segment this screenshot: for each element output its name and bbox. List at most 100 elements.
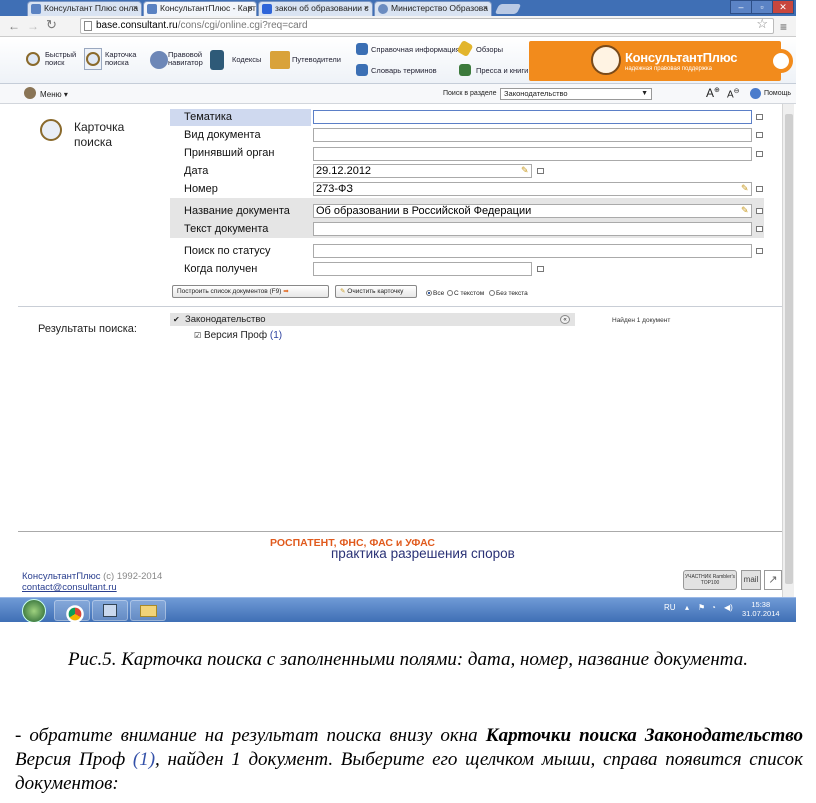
system-clock[interactable]: 15:38 31.07.2014	[742, 600, 780, 618]
tray-arrow-icon[interactable]: ▴	[685, 603, 689, 612]
list-icon[interactable]	[756, 132, 763, 138]
radio-with-text[interactable]: С текстом	[447, 290, 484, 297]
guides-label: Путеводители	[292, 55, 341, 64]
browser-menu-icon[interactable]: ≡	[780, 20, 787, 34]
date-input[interactable]: 29.12.2012	[313, 164, 532, 178]
language-indicator[interactable]: RU	[664, 603, 676, 612]
doc-text-input[interactable]	[313, 222, 752, 236]
received-input[interactable]	[313, 262, 532, 276]
maximize-button[interactable]: ▫	[751, 0, 773, 14]
checkbox-checked-icon[interactable]: ☑	[194, 331, 201, 340]
list-icon[interactable]	[756, 208, 763, 214]
number-input[interactable]: 273-ФЗ	[313, 182, 752, 196]
close-window-button[interactable]: ✕	[772, 0, 794, 14]
radio-without-text[interactable]: Без текста	[489, 290, 528, 297]
reference-info-label: Справочная информация	[371, 45, 460, 54]
close-icon[interactable]: ×	[248, 2, 253, 15]
flag-icon[interactable]: ⚑	[698, 603, 705, 612]
close-icon[interactable]: ×	[483, 2, 488, 15]
explorer-taskbar-button[interactable]	[92, 600, 128, 621]
list-icon[interactable]	[756, 186, 763, 192]
radio-without-text-label: Без текста	[496, 290, 528, 297]
field-label-issuing-body[interactable]: Принявший орган	[170, 145, 311, 162]
list-icon[interactable]	[756, 248, 763, 254]
field-label-doc-type[interactable]: Вид документа	[170, 127, 311, 144]
paragraph-start: - обратите внимание на результат поиска …	[15, 725, 486, 746]
list-icon[interactable]	[537, 266, 544, 272]
volume-icon[interactable]: ◀)	[724, 603, 733, 612]
field-label-received[interactable]: Когда получен	[170, 261, 311, 278]
edit-pencil-icon[interactable]: ✎	[741, 183, 749, 194]
field-label-date[interactable]: Дата	[170, 163, 311, 180]
result-item-prof[interactable]: ☑ Версия Проф (1)	[194, 330, 282, 341]
field-label-doc-text[interactable]: Текст документа	[170, 221, 311, 238]
back-icon[interactable]: ←	[8, 19, 20, 33]
mail-badge[interactable]: mail	[741, 570, 761, 590]
tab-education-law[interactable]: закон об образовании с ×	[258, 1, 373, 16]
clear-card-button[interactable]: ✎ Очистить карточку	[335, 285, 417, 298]
field-label-topic[interactable]: Тематика	[170, 109, 311, 126]
checkbox-checked-icon[interactable]: ✔	[173, 313, 180, 326]
minimize-button[interactable]: –	[730, 0, 752, 14]
brand-logo: КонсультантПлюс	[625, 50, 738, 65]
close-icon[interactable]: ×	[133, 2, 138, 15]
url-input[interactable]: base.consultant.ru/cons/cgi/online.cgi?r…	[80, 17, 774, 34]
help-icon[interactable]	[750, 88, 761, 99]
issuing-body-input[interactable]	[313, 147, 752, 161]
clear-card-label: Очистить карточку	[347, 288, 404, 295]
tab-ministry[interactable]: Министерство Образова ×	[374, 1, 492, 16]
close-icon[interactable]: ×	[364, 2, 369, 15]
section-selected-value: Законодательство	[504, 89, 568, 98]
radio-with-text-label: С текстом	[454, 290, 485, 297]
expand-icon[interactable]: ↗	[764, 570, 782, 590]
start-button-icon[interactable]	[22, 599, 46, 622]
list-icon[interactable]	[756, 114, 763, 120]
contact-email-link[interactable]: contact@consultant.ru	[22, 582, 117, 593]
navigator-icon	[150, 51, 168, 69]
reload-icon[interactable]: ↻	[46, 17, 57, 33]
new-tab-button[interactable]	[494, 4, 522, 14]
doc-title-input[interactable]: Об образовании в Российской Федерации	[313, 204, 752, 218]
topic-input[interactable]	[313, 110, 752, 124]
field-label-doc-title[interactable]: Название документа	[170, 203, 311, 220]
professor-mascot-icon	[591, 45, 621, 75]
edit-pencil-icon[interactable]: ✎	[741, 205, 749, 216]
forward-icon[interactable]: →	[27, 19, 39, 33]
radio-all[interactable]: Все	[426, 290, 444, 297]
status-search-input[interactable]	[313, 244, 752, 258]
edit-pencil-icon[interactable]: ✎	[521, 165, 529, 176]
help-label[interactable]: Помощь	[764, 90, 791, 97]
copyright-years: (c) 1992-2014	[103, 571, 163, 582]
scrollbar-thumb[interactable]	[785, 114, 793, 584]
font-decrease-icon[interactable]: A⊖	[727, 87, 740, 100]
list-icon[interactable]	[756, 151, 763, 157]
list-icon[interactable]	[756, 226, 763, 232]
field-label-number[interactable]: Номер	[170, 181, 311, 198]
tab-label: КонсультантПлюс - Карт	[160, 3, 256, 13]
address-bar: ← → ↻ base.consultant.ru/cons/cgi/online…	[0, 16, 796, 37]
tab-consultant-online[interactable]: Консультант Плюс онла ×	[27, 1, 142, 16]
codes-label: Кодексы	[232, 55, 262, 64]
tab-search-card[interactable]: КонсультантПлюс - Карт ×	[143, 1, 257, 16]
consultant-brand-banner[interactable]: КонсультантПлюс надежная правовая поддер…	[529, 41, 793, 81]
bookmark-star-icon[interactable]: ☆	[756, 17, 768, 31]
folder-taskbar-button[interactable]	[130, 600, 166, 621]
clock-date: 31.07.2014	[742, 609, 780, 618]
collapse-icon[interactable]: «	[560, 315, 570, 324]
results-group-legislation[interactable]: ✔ Законодательство	[170, 313, 575, 326]
build-list-button[interactable]: Построить список документов (F9) ➡	[172, 285, 329, 298]
vertical-scrollbar[interactable]	[782, 104, 794, 597]
doc-type-input[interactable]	[313, 128, 752, 142]
network-icon[interactable]: ◔	[711, 603, 716, 612]
signpost-icon	[270, 51, 290, 69]
tab-label: Министерство Образова	[391, 3, 488, 13]
field-label-status-search[interactable]: Поиск по статусу	[170, 243, 311, 260]
rambler-badge[interactable]: УЧАСТНИК Rambler's TOP100	[683, 570, 737, 590]
chrome-taskbar-button[interactable]	[54, 600, 90, 622]
menu-button[interactable]: Меню ▾	[40, 90, 68, 99]
result-item-count[interactable]: (1)	[270, 330, 282, 341]
section-select[interactable]: Законодательство ▼	[500, 88, 652, 100]
list-icon[interactable]	[537, 168, 544, 174]
font-increase-icon[interactable]: A⊕	[706, 86, 720, 100]
promo-line2: практика разрешения споров	[331, 546, 515, 561]
